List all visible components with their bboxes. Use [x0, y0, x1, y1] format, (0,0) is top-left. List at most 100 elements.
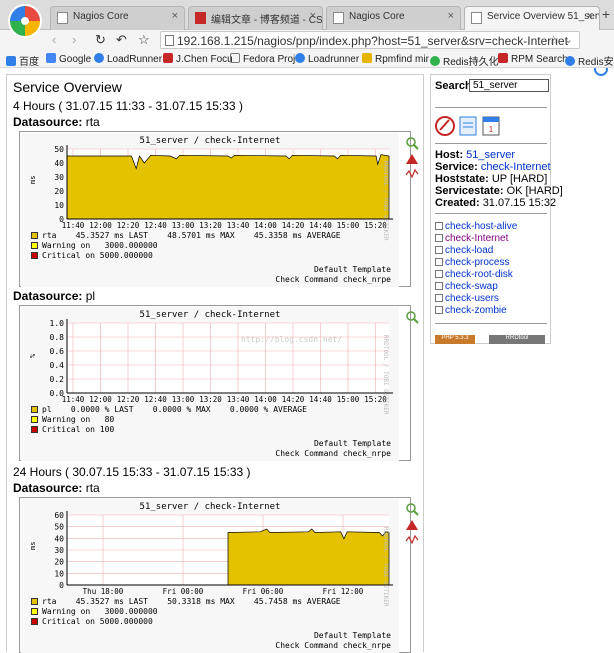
graph-icon[interactable]: [405, 168, 419, 179]
graph-4h-rta[interactable]: 51_server / check-Internet 50 40 30 20 10 0 11…: [19, 131, 411, 287]
x-tick-label: 11:40: [62, 395, 85, 404]
bookmark-item[interactable]: Redis安装: [565, 53, 614, 68]
legend-critical: Critical on 5000.000000: [31, 617, 153, 626]
rrdtool-badge: RRDtool: [489, 335, 545, 344]
y-tick-label: 30: [54, 546, 64, 555]
chevron-down-icon[interactable]: ⌄: [564, 33, 573, 46]
new-tab-icon[interactable]: +: [602, 6, 610, 22]
bookmark-item[interactable]: Rpmfind mir: [362, 53, 429, 65]
service-link[interactable]: check-Internet: [481, 161, 551, 173]
zoom-icon[interactable]: [406, 503, 419, 516]
bookmark-item[interactable]: LoadRunner: [94, 53, 162, 65]
xml-icon[interactable]: [459, 116, 477, 136]
legend-warning: Warning on 3000.000000: [31, 241, 158, 250]
bookmark-item[interactable]: Loadrunner: [295, 53, 359, 65]
undo-icon[interactable]: ↶: [116, 32, 127, 48]
watermark: http://blog.csdn.net/: [241, 335, 343, 344]
page-icon: [230, 53, 240, 63]
address-bar[interactable]: 192.168.1.215/nagios/pnp/index.php?host=…: [160, 31, 580, 49]
zoom-icon[interactable]: [406, 311, 419, 324]
bookmark-item[interactable]: RPM Search: [498, 53, 568, 65]
tab-csdn[interactable]: 编辑文章 - 博客频道 - CSDN×: [188, 6, 323, 30]
y-tick-label: 20: [54, 558, 64, 567]
legend-swatch: [31, 426, 38, 433]
bookmarks-bar: 百度 Google LoadRunner J.Chen Focu Fedora …: [0, 50, 614, 68]
service-link[interactable]: check-load: [435, 245, 493, 256]
service-link[interactable]: check-host-alive: [435, 221, 517, 232]
zoom-icon[interactable]: [406, 137, 419, 150]
link-icon: [435, 282, 443, 290]
y-tick-label: 0.6: [50, 347, 65, 356]
back-icon[interactable]: ‹: [52, 32, 56, 47]
period-4h: 4 Hours ( 31.07.15 11:33 - 31.07.15 15:3…: [13, 99, 243, 113]
y-tick-label: 0: [59, 581, 64, 590]
close-icon[interactable]: ×: [172, 10, 178, 22]
tab-service-overview[interactable]: Service Overview 51_server ×: [464, 6, 600, 31]
x-tick-label: 14:40: [309, 395, 332, 404]
graph-image: 51_server / check-Internet 50 40 30 20 10 0 11…: [21, 133, 399, 287]
graph-24h-rta[interactable]: 51_server / check-Internet 60 50 40 30 20 10 0…: [19, 497, 411, 653]
warning-icon[interactable]: [406, 154, 418, 164]
y-tick-label: 40: [54, 534, 64, 543]
graph-tool-icons: [405, 503, 419, 545]
close-icon[interactable]: ×: [310, 10, 316, 22]
pnp-sidebar: Search: 1 Host: 51_server Service: check…: [430, 74, 563, 344]
service-link[interactable]: check-root-disk: [435, 269, 513, 280]
template-line: Default Template: [313, 439, 391, 448]
legend-pl: pl 0.0000 % LAST 0.0000 % MAX 0.0000 % A…: [31, 405, 307, 414]
x-tick-label: 12:20: [117, 221, 140, 230]
legend-swatch: [31, 608, 38, 615]
browser-logo-icon: [8, 4, 42, 38]
chart-svg: 60 50 40 30 20 10 0 Thu 18:00 Fri 00:00 Fri 06:00…: [29, 511, 393, 596]
close-icon[interactable]: ×: [587, 10, 593, 22]
legend-critical: Critical on 100: [31, 425, 114, 434]
service-link[interactable]: check-swap: [435, 281, 498, 292]
bookmark-item[interactable]: Redis持久化: [430, 53, 499, 68]
service-link[interactable]: check-process: [435, 257, 509, 268]
y-tick-label: 1.0: [50, 319, 65, 328]
bookmark-item[interactable]: Google: [46, 53, 91, 65]
reload-icon[interactable]: ↻: [95, 32, 106, 48]
service-row: Service: check-Internet: [435, 161, 551, 173]
csdn-icon: [163, 53, 173, 63]
x-tick-label: Fri 12:00: [323, 587, 364, 596]
tab-nagios-1[interactable]: Nagios Core ×: [50, 6, 185, 30]
series-area: [66, 154, 390, 220]
forward-icon[interactable]: ›: [72, 32, 76, 47]
rrdtool-credit: RRDTOOL / TOBI OETIKER: [382, 161, 389, 241]
star-icon[interactable]: ☆: [138, 32, 150, 48]
y-axis-label: ms: [29, 176, 37, 184]
pdf-icon[interactable]: [435, 116, 455, 136]
divider: [435, 107, 547, 108]
host-link[interactable]: 51_server: [466, 149, 515, 161]
y-tick-label: 0.2: [50, 375, 65, 384]
x-tick-label: 12:40: [144, 221, 167, 230]
service-link[interactable]: check-Internet: [435, 233, 508, 244]
bookmark-item[interactable]: 百度: [6, 53, 39, 68]
x-tick-label: 11:40: [62, 221, 85, 230]
search-input[interactable]: [469, 79, 549, 92]
bookmark-item[interactable]: Fedora Proj: [230, 53, 295, 65]
close-icon[interactable]: ×: [448, 10, 454, 22]
series-area: [227, 528, 390, 586]
warning-icon[interactable]: [406, 520, 418, 530]
legend-swatch: [31, 618, 38, 625]
url-text[interactable]: 192.168.1.215/nagios/pnp/index.php?host=…: [177, 34, 568, 48]
bookmark-star-icon[interactable]: ☆: [548, 33, 559, 47]
y-tick-label: 50: [54, 523, 64, 532]
x-tick-label: 14:00: [254, 395, 277, 404]
x-tick-label: 13:40: [227, 395, 250, 404]
x-tick-label: 13:20: [199, 221, 222, 230]
calendar-icon[interactable]: 1: [482, 116, 500, 136]
service-link[interactable]: check-zombie: [435, 305, 507, 316]
link-icon: [435, 306, 443, 314]
y-axis-label: %: [29, 353, 37, 358]
bookmark-item[interactable]: J.Chen Focu: [163, 53, 233, 65]
browser-navbar: ‹ › ↻ ↶ ☆ 192.168.1.215/nagios/pnp/index…: [0, 30, 614, 76]
service-link[interactable]: check-users: [435, 293, 499, 304]
legend-swatch: [31, 252, 38, 259]
y-tick-label: 0.4: [50, 361, 65, 370]
graph-icon[interactable]: [405, 534, 419, 545]
graph-4h-pl[interactable]: 51_server / check-Internet 1.0 0.8 0.6 0.4 0…: [19, 305, 411, 461]
tab-nagios-2[interactable]: Nagios Core ×: [326, 6, 461, 30]
